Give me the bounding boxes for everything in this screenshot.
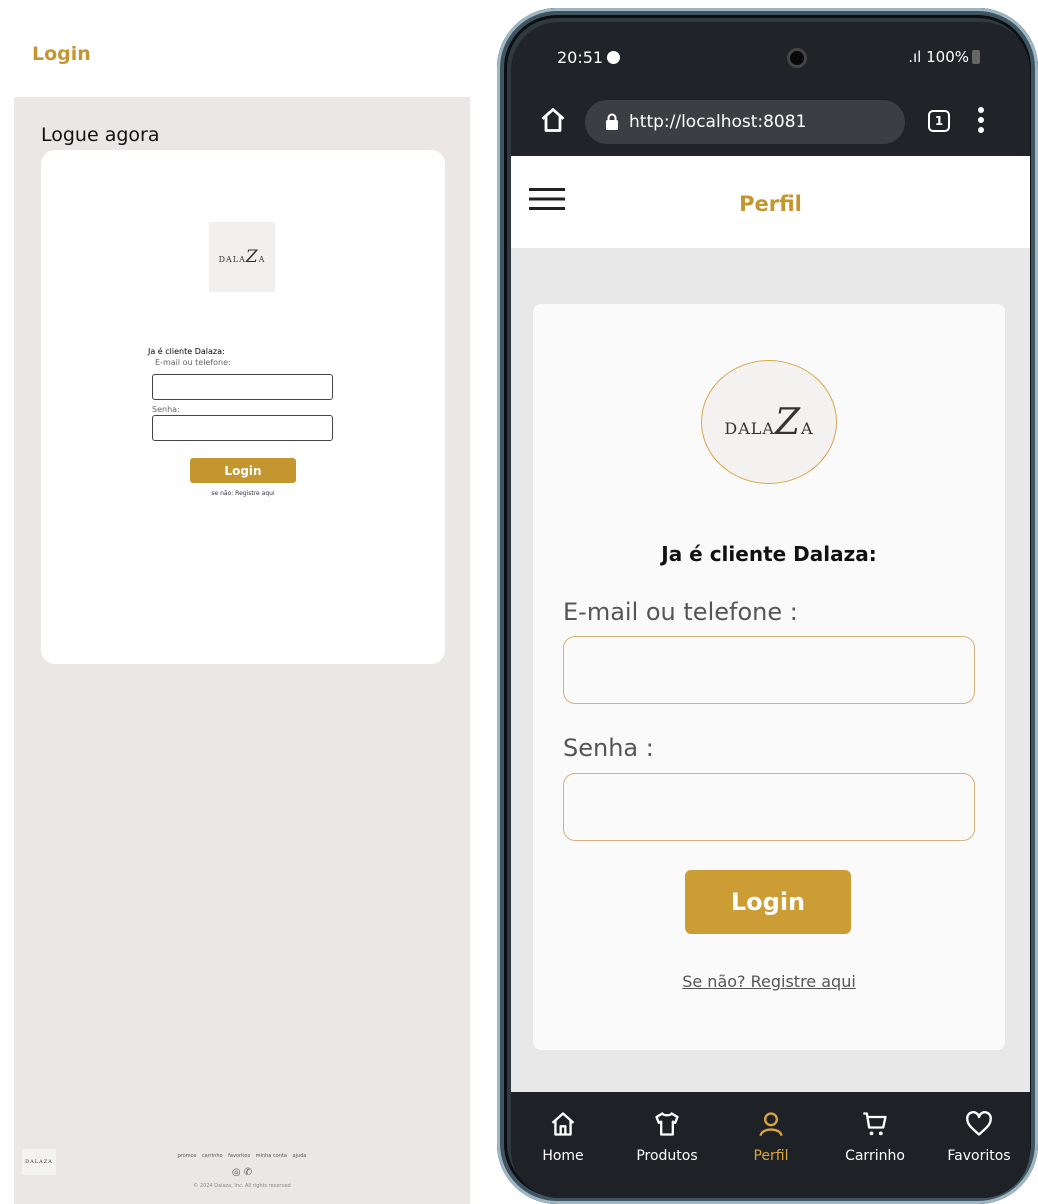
- tab-favoritos-label: Favoritos: [947, 1148, 1011, 1164]
- logo-text: DALAZA: [724, 401, 814, 443]
- status-bar: 20:51 .ıl 100%: [511, 22, 1030, 86]
- bottom-tab-bar: Home Produtos Perfil Carrinho Favoritos: [511, 1092, 1030, 1198]
- heart-icon: [966, 1111, 992, 1136]
- footer-link-carrinho[interactable]: carrinho: [202, 1153, 223, 1159]
- status-time: 20:51: [557, 48, 621, 67]
- tab-home[interactable]: Home: [511, 1092, 615, 1198]
- desktop-email-input[interactable]: [152, 374, 333, 400]
- battery-icon: [972, 50, 980, 64]
- user-icon: [759, 1112, 783, 1137]
- desktop-client-label: Ja é cliente Dalaza:: [148, 347, 225, 356]
- lock-icon: [606, 113, 618, 130]
- camera-icon: [787, 48, 807, 68]
- spotify-icon: [607, 51, 621, 64]
- client-title: Ja é cliente Dalaza:: [661, 542, 877, 566]
- footer-social-icons[interactable]: ◎ ✆: [14, 1167, 470, 1178]
- email-input[interactable]: [563, 636, 975, 704]
- desktop-login-card: DALAZA Ja é cliente Dalaza: E-mail ou te…: [41, 150, 445, 664]
- desktop-section-title: Logue agora: [41, 124, 160, 146]
- tab-carrinho[interactable]: Carrinho: [823, 1092, 927, 1198]
- cart-icon: [863, 1112, 887, 1136]
- footer-link-ajuda[interactable]: ajuda: [293, 1153, 307, 1159]
- login-card: DALAZA Ja é cliente Dalaza: E-mail ou te…: [533, 304, 1005, 1050]
- home-icon: [551, 1112, 575, 1136]
- status-signal-battery: .ıl 100%: [908, 48, 980, 66]
- desktop-email-label: E-mail ou telefone:: [155, 358, 231, 367]
- tab-produtos-label: Produtos: [636, 1148, 698, 1164]
- url-bar[interactable]: http://localhost:8081: [585, 100, 905, 144]
- desktop-logo-text: DALAZA: [218, 247, 266, 267]
- footer-link-promos[interactable]: promos: [178, 1153, 197, 1159]
- tab-home-label: Home: [542, 1148, 584, 1164]
- app-body: DALAZA Ja é cliente Dalaza: E-mail ou te…: [511, 248, 1030, 1092]
- shirt-icon: [655, 1112, 679, 1136]
- email-label: E-mail ou telefone :: [563, 598, 798, 626]
- desktop-login-view: Login Logue agora DALAZA Ja é cliente Da…: [14, 19, 470, 1204]
- app-header: Perfil: [511, 156, 1030, 248]
- tab-favoritos[interactable]: Favoritos: [927, 1092, 1030, 1198]
- footer-copyright: © 2024 Dalaza, Inc. All rights reserved: [193, 1183, 291, 1189]
- desktop-register-link[interactable]: se não: Registre aqui: [41, 490, 445, 497]
- app-header-title: Perfil: [739, 192, 802, 216]
- tab-carrinho-label: Carrinho: [845, 1148, 905, 1164]
- tabs-count-icon[interactable]: 1: [928, 110, 950, 132]
- tab-perfil[interactable]: Perfil: [719, 1092, 823, 1198]
- browser-toolbar: http://localhost:8081 1: [511, 86, 1030, 156]
- more-menu-icon[interactable]: [977, 106, 985, 134]
- password-label: Senha :: [563, 734, 654, 762]
- register-link[interactable]: Se não? Registre aqui: [533, 972, 1005, 991]
- desktop-password-label: Senha:: [152, 405, 180, 414]
- desktop-login-button[interactable]: Login: [190, 458, 296, 483]
- login-button[interactable]: Login: [685, 870, 851, 934]
- desktop-logo: DALAZA: [209, 222, 275, 292]
- footer-link-favoritos[interactable]: favoritos: [228, 1153, 250, 1159]
- dalaza-logo: DALAZA: [701, 360, 837, 484]
- desktop-header: Login: [14, 19, 470, 97]
- home-icon[interactable]: [539, 106, 567, 134]
- desktop-header-title: Login: [32, 43, 91, 65]
- phone-screen: 20:51 .ıl 100% http://localhost:8081 1 P…: [511, 22, 1030, 1198]
- footer-logo-text: DALAZA: [25, 1159, 53, 1165]
- tab-perfil-label: Perfil: [753, 1148, 789, 1164]
- footer-links: promos carrinho favoritos minha conta aj…: [14, 1153, 470, 1159]
- phone-frame: 20:51 .ıl 100% http://localhost:8081 1 P…: [497, 8, 1038, 1204]
- password-input[interactable]: [563, 773, 975, 841]
- desktop-password-input[interactable]: [152, 415, 333, 441]
- url-text: http://localhost:8081: [629, 112, 807, 132]
- tab-produtos[interactable]: Produtos: [615, 1092, 719, 1198]
- footer-link-minha-conta[interactable]: minha conta: [256, 1153, 287, 1159]
